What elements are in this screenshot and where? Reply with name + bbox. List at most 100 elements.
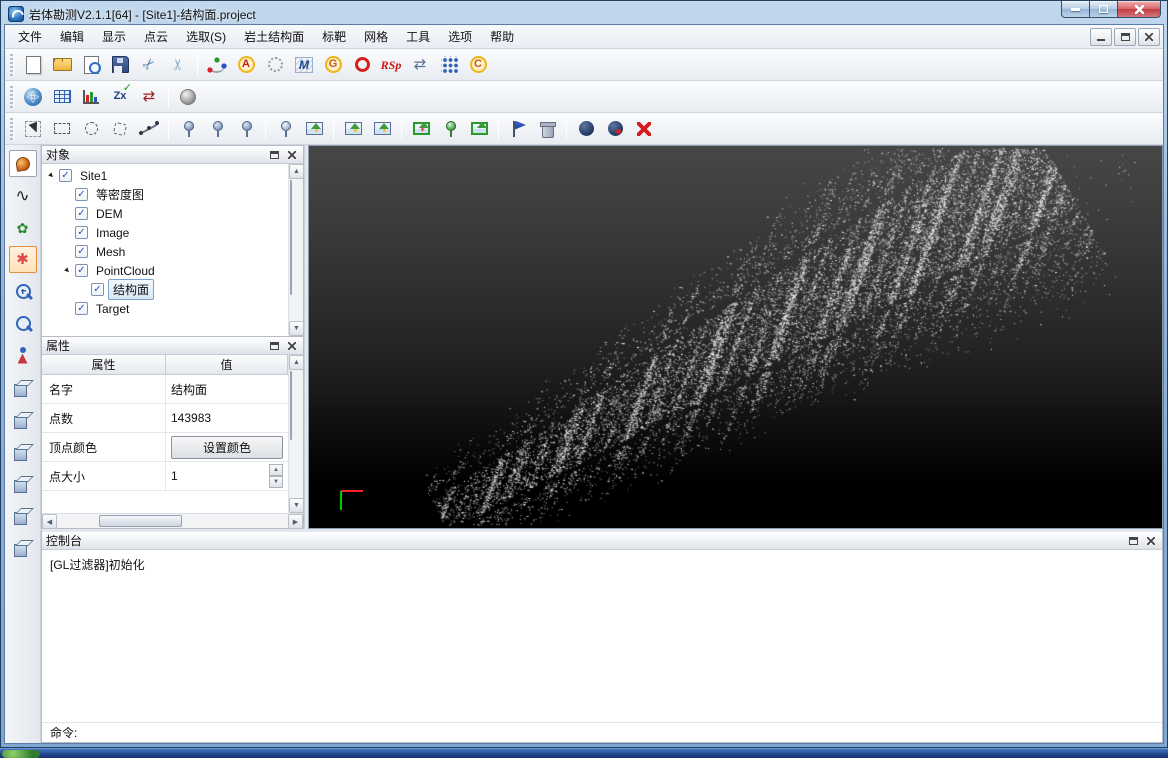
tree-item[interactable]: ▸✓Site1: [42, 166, 288, 185]
properties-panel-float-button[interactable]: [267, 339, 281, 353]
point-grid-button[interactable]: [435, 51, 463, 78]
objects-panel-float-button[interactable]: [267, 148, 281, 162]
open-file-button[interactable]: [48, 51, 76, 78]
delete-item-button[interactable]: [533, 115, 561, 142]
tree-checkbox[interactable]: ✓: [75, 188, 88, 201]
menu-rock-structure[interactable]: 岩土结构面: [235, 25, 313, 48]
transfer-button[interactable]: [406, 51, 434, 78]
view-6-button[interactable]: [9, 534, 37, 561]
menu-tools[interactable]: 工具: [397, 25, 439, 48]
toolbar-grip[interactable]: [10, 118, 14, 140]
scroll-left-button[interactable]: ◀: [42, 514, 57, 529]
mdi-close-button[interactable]: [1138, 28, 1160, 46]
globe-view-button[interactable]: [19, 83, 47, 110]
menu-target[interactable]: 标靶: [313, 25, 355, 48]
tree-expander-icon[interactable]: ▸: [60, 263, 76, 279]
select-cursor-button[interactable]: [19, 115, 47, 142]
sparse-points-button[interactable]: [261, 51, 289, 78]
view-4-button[interactable]: [9, 470, 37, 497]
scroll-right-button[interactable]: ▶: [288, 514, 303, 529]
tree-checkbox[interactable]: ✓: [91, 283, 104, 296]
tree-item[interactable]: ✓Target: [42, 299, 288, 318]
set-color-button[interactable]: 设置颜色: [171, 436, 283, 459]
scroll-up-button[interactable]: ▲: [289, 164, 304, 179]
point-size-spinner[interactable]: ▲▼: [269, 464, 283, 488]
properties-hscrollbar[interactable]: ◀ ▶: [42, 513, 303, 528]
console-panel-float-button[interactable]: [1126, 534, 1140, 548]
find-in-file-button[interactable]: [77, 51, 105, 78]
save-file-button[interactable]: [106, 51, 134, 78]
green-image-star-button[interactable]: [407, 115, 435, 142]
properties-scrollbar[interactable]: ▲ ▼: [288, 355, 303, 513]
clip-tool-button[interactable]: [164, 51, 192, 78]
close-button[interactable]: [1117, 1, 1161, 18]
command-input[interactable]: [83, 726, 1154, 740]
tree-item[interactable]: ✓Mesh: [42, 242, 288, 261]
cut-tool-button[interactable]: [135, 51, 163, 78]
tree-checkbox[interactable]: ✓: [75, 245, 88, 258]
objects-panel-close-button[interactable]: [285, 148, 299, 162]
sphere-dark-button[interactable]: [572, 115, 600, 142]
circle-o-button[interactable]: [348, 51, 376, 78]
green-image-button[interactable]: [465, 115, 493, 142]
menu-select[interactable]: 选取(S): [177, 25, 235, 48]
plot-chart-button[interactable]: [77, 83, 105, 110]
minimize-button[interactable]: [1061, 1, 1090, 18]
taskbar[interactable]: [0, 748, 1168, 758]
view-2-button[interactable]: [9, 406, 37, 433]
scroll-thumb[interactable]: [290, 180, 292, 295]
zx-axis-check-button[interactable]: Zx: [106, 83, 134, 110]
menu-display[interactable]: 显示: [93, 25, 135, 48]
toolbar-grip[interactable]: [10, 86, 14, 108]
view-5-button[interactable]: [9, 502, 37, 529]
menu-file[interactable]: 文件: [9, 25, 51, 48]
tree-checkbox[interactable]: ✓: [75, 226, 88, 239]
scroll-up-button[interactable]: ▲: [289, 355, 304, 370]
menu-help[interactable]: 帮助: [481, 25, 523, 48]
property-value[interactable]: 结构面: [166, 375, 288, 403]
scroll-thumb[interactable]: [99, 515, 181, 527]
walk-tool-button[interactable]: [9, 342, 37, 369]
sphere-dark-marked-button[interactable]: [601, 115, 629, 142]
view-3-button[interactable]: [9, 438, 37, 465]
curve-tool-button[interactable]: [9, 182, 37, 209]
menu-options[interactable]: 选项: [439, 25, 481, 48]
anchor-1-button[interactable]: [174, 115, 202, 142]
scroll-down-button[interactable]: ▼: [289, 498, 304, 513]
anchor-3-button[interactable]: [232, 115, 260, 142]
mesh-generate-button[interactable]: M: [290, 51, 318, 78]
blue-flag-button[interactable]: [504, 115, 532, 142]
spinner-down-icon[interactable]: ▼: [269, 476, 283, 488]
anchor-2-button[interactable]: [203, 115, 231, 142]
remove-all-button[interactable]: [630, 115, 658, 142]
polyline-select-button[interactable]: [135, 115, 163, 142]
property-value[interactable]: 143983: [166, 404, 288, 432]
rectangle-select-button[interactable]: [48, 115, 76, 142]
tree-expander-icon[interactable]: ▸: [44, 168, 60, 184]
annotation-a-button[interactable]: A: [232, 51, 260, 78]
geology-g-button[interactable]: G: [319, 51, 347, 78]
tree-item[interactable]: ▸✓PointCloud: [42, 261, 288, 280]
toolbar-grip[interactable]: [10, 54, 14, 76]
zoom-in-tool-button[interactable]: [9, 278, 37, 305]
spinner-up-icon[interactable]: ▲: [269, 464, 283, 476]
tree-checkbox[interactable]: ✓: [59, 169, 72, 182]
pick-tool-button[interactable]: [9, 150, 37, 177]
viewport-3d[interactable]: [308, 145, 1163, 529]
data-table-button[interactable]: [48, 83, 76, 110]
flower-tool-button[interactable]: [9, 246, 37, 273]
new-file-button[interactable]: [19, 51, 47, 78]
properties-panel-close-button[interactable]: [285, 339, 299, 353]
tree-item[interactable]: ✓Image: [42, 223, 288, 242]
maximize-button[interactable]: [1090, 1, 1117, 18]
tree-checkbox[interactable]: ✓: [75, 207, 88, 220]
ellipse-select-button[interactable]: [77, 115, 105, 142]
tree-checkbox[interactable]: ✓: [75, 302, 88, 315]
menu-pointcloud[interactable]: 点云: [135, 25, 177, 48]
object-tree-scrollbar[interactable]: ▲ ▼: [288, 164, 303, 336]
point-size-value[interactable]: 1: [171, 469, 178, 483]
tree-checkbox[interactable]: ✓: [75, 264, 88, 277]
zoom-tool-button[interactable]: [9, 310, 37, 337]
menu-edit[interactable]: 编辑: [51, 25, 93, 48]
polygon-select-button[interactable]: [106, 115, 134, 142]
